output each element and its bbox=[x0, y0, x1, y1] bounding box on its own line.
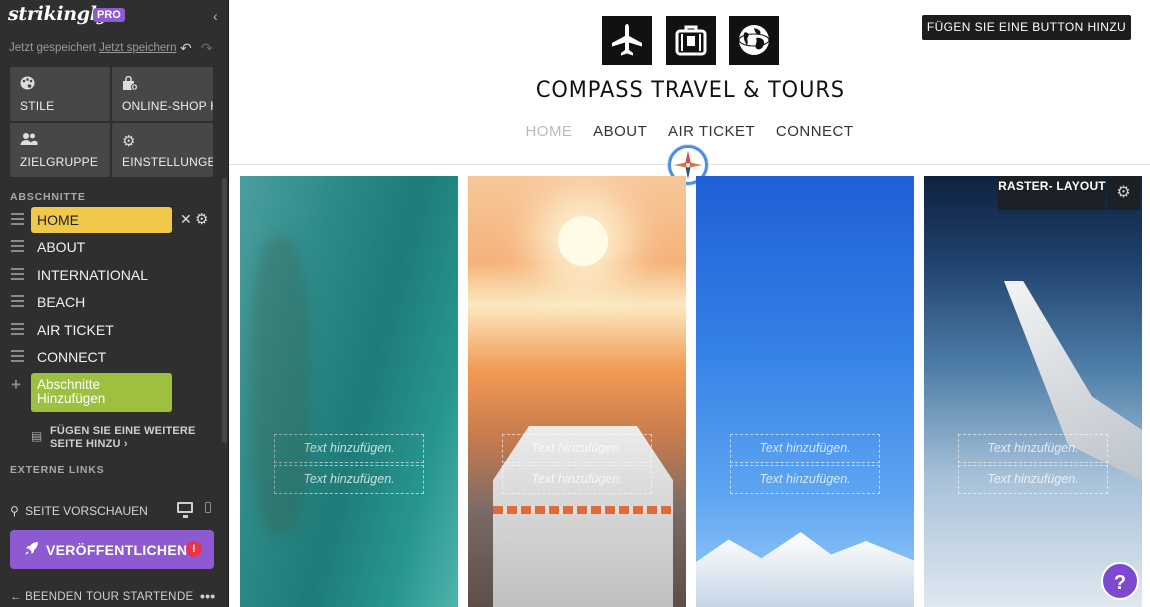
text-placeholder[interactable]: Text hinzufügen. bbox=[730, 434, 880, 463]
site-navigation: HOME ABOUT AIR TICKET CONNECT bbox=[229, 123, 1150, 140]
palette-icon bbox=[20, 76, 35, 94]
grid-layout-button[interactable]: RASTER- LAYOUT bbox=[998, 176, 1106, 210]
desktop-preview-icon[interactable] bbox=[177, 502, 193, 518]
drag-handle-icon[interactable] bbox=[11, 268, 24, 280]
alert-icon: ! bbox=[186, 541, 202, 557]
section-label: AIR TICKET bbox=[37, 322, 114, 338]
styles-tile[interactable]: STILE bbox=[10, 67, 110, 121]
grid-image-sky-mountains[interactable]: Text hinzufügen. Text hinzufügen. bbox=[696, 176, 914, 607]
save-status-text: Jetzt gespeichert bbox=[9, 42, 96, 54]
sun-glow bbox=[558, 216, 608, 266]
drag-handle-icon[interactable] bbox=[11, 240, 24, 252]
page-copy-icon: ▤ bbox=[31, 429, 43, 443]
settings-label: EINSTELLUNGEN bbox=[122, 155, 213, 169]
nav-item-about[interactable]: ABOUT bbox=[593, 123, 647, 140]
redo-icon[interactable]: ↷ bbox=[201, 40, 213, 57]
section-label: HOME bbox=[37, 212, 79, 228]
grid-image-airplane-wing[interactable]: Text hinzufügen. Text hinzufügen. bbox=[924, 176, 1142, 607]
help-button[interactable]: ? bbox=[1101, 562, 1139, 600]
section-label: ABOUT bbox=[37, 239, 86, 255]
grid-settings-gear-icon[interactable]: ⚙ bbox=[1107, 176, 1140, 210]
preview-label: SEITE VORSCHAUEN bbox=[25, 504, 148, 518]
section-item-beach[interactable]: BEACH bbox=[0, 289, 228, 315]
section-label: INTERNATIONAL bbox=[37, 267, 148, 283]
section-item-home[interactable]: HOME ✕ ⚙ bbox=[0, 207, 228, 233]
add-shop-label: ONLINE-SHOP HINZUFÜGEN bbox=[122, 99, 213, 113]
exit-link[interactable]: ← BEENDEN bbox=[10, 591, 82, 603]
nav-item-connect[interactable]: CONNECT bbox=[776, 123, 854, 140]
add-page-link[interactable]: FÜGEN SIE EINE WEITERE SEITE HINZU › bbox=[50, 425, 210, 451]
section-item-international[interactable]: INTERNATIONAL bbox=[0, 262, 228, 288]
plus-icon[interactable]: + bbox=[11, 375, 21, 395]
globe-icon[interactable] bbox=[729, 16, 779, 65]
text-placeholder[interactable]: Text hinzufügen. bbox=[730, 465, 880, 494]
pro-badge: PRO bbox=[93, 8, 125, 22]
drag-handle-icon[interactable] bbox=[11, 295, 24, 307]
settings-tile[interactable]: ⚙ EINSTELLUNGEN bbox=[112, 123, 213, 177]
save-status: Jetzt gespeichert Jetzt speichern bbox=[9, 42, 177, 54]
collapse-sidebar-icon[interactable]: ‹ bbox=[213, 8, 218, 24]
rocket-icon bbox=[24, 540, 40, 560]
publish-button[interactable]: VERÖFFENTLICHEN ! bbox=[10, 530, 214, 569]
audience-tile[interactable]: ZIELGRUPPE bbox=[10, 123, 110, 177]
nav-item-air-ticket[interactable]: AIR TICKET bbox=[668, 123, 755, 140]
drag-handle-icon[interactable] bbox=[11, 323, 24, 335]
snowy-mountains bbox=[696, 532, 914, 607]
grid-image-ocean[interactable]: Text hinzufügen. Text hinzufügen. bbox=[240, 176, 458, 607]
exit-label: BEENDEN bbox=[25, 591, 83, 603]
audience-label: ZIELGRUPPE bbox=[20, 155, 99, 169]
styles-label: STILE bbox=[20, 99, 55, 113]
site-canvas: FÜGEN SIE EINE BUTTON HINZU COMPASS TRAV… bbox=[229, 0, 1150, 607]
section-label: BEACH bbox=[37, 294, 86, 310]
preview-site-button[interactable]: ⚲ SEITE VORSCHAUEN bbox=[10, 504, 148, 518]
sidebar-footer: ← BEENDEN TOUR STARTEN DE ••• bbox=[0, 588, 228, 607]
plane-icon[interactable] bbox=[602, 16, 652, 65]
remove-section-icon[interactable]: ✕ bbox=[180, 211, 192, 228]
sections-heading: ABSCHNITTE bbox=[10, 191, 86, 203]
more-options-icon[interactable]: ••• bbox=[200, 588, 215, 604]
gear-icon: ⚙ bbox=[122, 133, 136, 150]
lifeboat-row bbox=[493, 506, 673, 514]
section-settings-gear-icon[interactable]: ⚙ bbox=[195, 210, 208, 228]
nav-item-home[interactable]: HOME bbox=[525, 123, 572, 140]
site-title[interactable]: COMPASS TRAVEL & TOURS bbox=[252, 78, 1127, 103]
text-placeholder[interactable]: Text hinzufügen. bbox=[274, 434, 424, 463]
text-placeholder[interactable]: Text hinzufügen. bbox=[958, 434, 1108, 463]
add-button-button[interactable]: FÜGEN SIE EINE BUTTON HINZU bbox=[922, 15, 1131, 40]
text-placeholder[interactable]: Text hinzufügen. bbox=[502, 465, 652, 494]
text-placeholder[interactable]: Text hinzufügen. bbox=[502, 434, 652, 463]
shop-bag-icon bbox=[122, 75, 139, 95]
publish-label: VERÖFFENTLICHEN bbox=[46, 542, 188, 558]
mobile-preview-icon[interactable] bbox=[205, 502, 211, 513]
editor-sidebar: strikingly PRO ‹ Jetzt gespeichert Jetzt… bbox=[0, 0, 229, 607]
search-icon: ⚲ bbox=[10, 504, 19, 518]
section-item-connect[interactable]: CONNECT bbox=[0, 344, 228, 370]
text-placeholder[interactable]: Text hinzufügen. bbox=[274, 465, 424, 494]
drag-handle-icon[interactable] bbox=[11, 213, 24, 225]
add-shop-tile[interactable]: ONLINE-SHOP HINZUFÜGEN bbox=[112, 67, 213, 121]
start-tour-link[interactable]: TOUR STARTEN bbox=[86, 591, 177, 603]
people-icon bbox=[20, 132, 38, 149]
text-placeholder[interactable]: Text hinzufügen. bbox=[958, 465, 1108, 494]
section-label: CONNECT bbox=[37, 349, 107, 365]
language-selector[interactable]: DE bbox=[177, 591, 193, 603]
luggage-icon[interactable] bbox=[666, 16, 716, 65]
section-item-about[interactable]: ABOUT bbox=[0, 234, 228, 260]
add-section-button[interactable]: Abschnitte Hinzufügen bbox=[31, 373, 172, 412]
section-item-air-ticket[interactable]: AIR TICKET bbox=[0, 317, 228, 343]
undo-icon[interactable]: ↶ bbox=[180, 40, 192, 57]
external-links-heading: EXTERNE LINKS bbox=[10, 464, 105, 476]
drag-handle-icon[interactable] bbox=[11, 350, 24, 362]
save-now-link[interactable]: Jetzt speichern bbox=[99, 42, 176, 54]
grid-image-cruise-ship[interactable]: Text hinzufügen. Text hinzufügen. bbox=[468, 176, 686, 607]
